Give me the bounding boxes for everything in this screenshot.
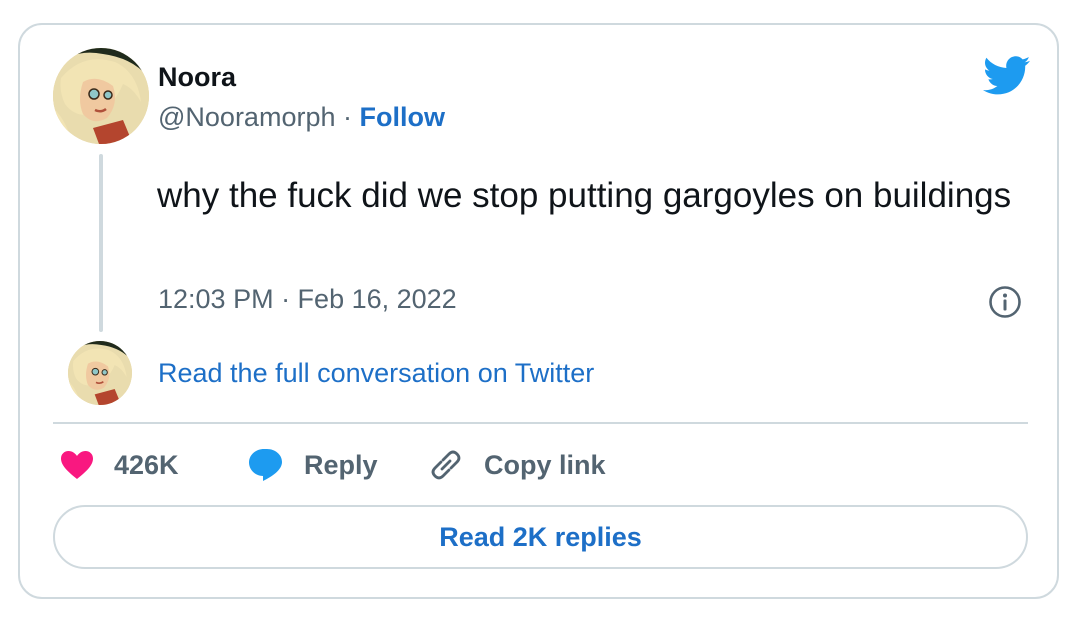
author-handle[interactable]: @Nooramorph [158, 102, 335, 132]
avatar-illustration [53, 48, 149, 144]
twitter-bird-icon[interactable] [982, 56, 1032, 96]
speech-bubble-icon [249, 449, 282, 481]
follow-link[interactable]: Follow [360, 102, 445, 132]
read-replies-button[interactable]: Read 2K replies [53, 505, 1028, 569]
info-icon[interactable] [988, 285, 1022, 319]
link-icon [431, 450, 461, 480]
like-button[interactable]: 426K [60, 445, 179, 485]
thread-connector-line [99, 154, 103, 332]
divider [53, 422, 1028, 424]
read-full-conversation-link[interactable]: Read the full conversation on Twitter [158, 358, 594, 389]
author-name[interactable]: Noora [158, 62, 236, 93]
reply-avatar[interactable] [68, 341, 132, 405]
handle-separator: · [343, 102, 352, 132]
like-count: 426K [114, 449, 179, 480]
copy-link-label: Copy link [484, 449, 606, 480]
author-avatar[interactable] [53, 48, 149, 144]
author-handle-row: @Nooramorph · Follow [158, 102, 445, 133]
tweet-card: Noora @Nooramorph · Follow why the fuck … [18, 23, 1059, 599]
heart-icon [61, 451, 93, 479]
avatar-illustration [68, 341, 132, 405]
reply-button[interactable]: Reply [248, 445, 378, 485]
tweet-timestamp[interactable]: 12:03 PM · Feb 16, 2022 [158, 284, 457, 315]
reply-label: Reply [304, 449, 378, 480]
tweet-text: why the fuck did we stop putting gargoyl… [157, 176, 1012, 215]
copy-link-button[interactable]: Copy link [428, 445, 606, 485]
